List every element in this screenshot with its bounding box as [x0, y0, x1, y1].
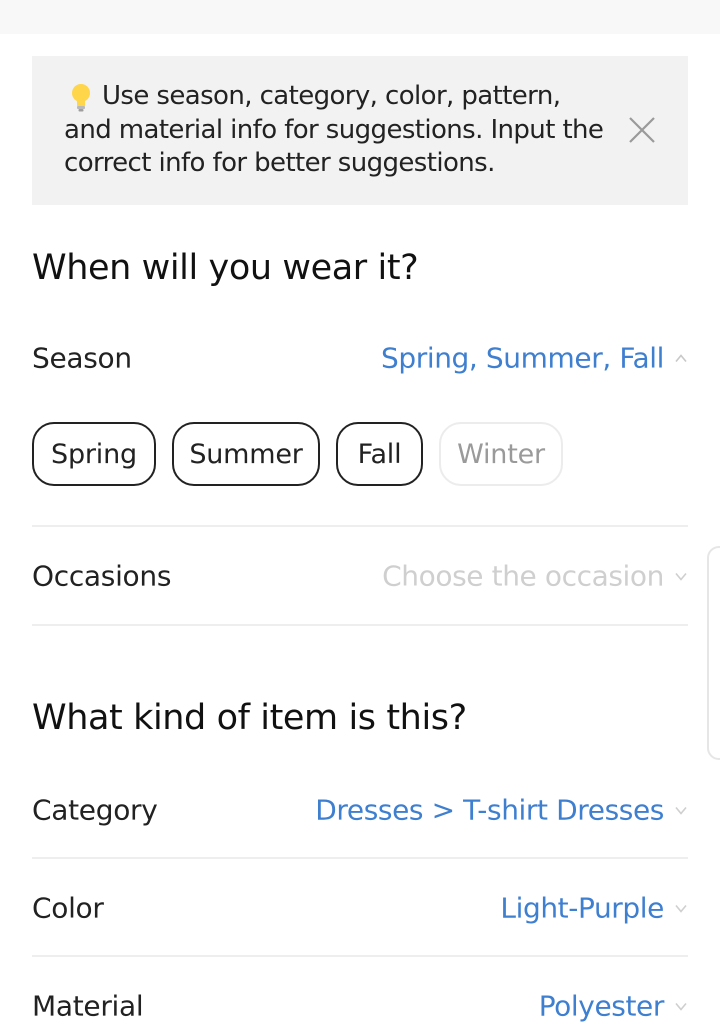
- category-row[interactable]: Category Dresses > T-shirt Dresses: [32, 780, 688, 840]
- chip-label: Summer: [189, 438, 303, 470]
- divider: [32, 525, 688, 527]
- chip-label: Winter: [457, 438, 545, 470]
- season-label: Season: [32, 341, 132, 375]
- occasions-row[interactable]: Occasions Choose the occasion: [32, 546, 688, 606]
- season-chip-summer[interactable]: Summer: [172, 422, 320, 486]
- season-chip-fall[interactable]: Fall: [336, 422, 423, 486]
- color-row[interactable]: Color Light-Purple: [32, 878, 688, 938]
- section-title-kind: What kind of item is this?: [32, 698, 467, 738]
- material-value[interactable]: Polyester: [539, 990, 688, 1023]
- season-row[interactable]: Season Spring, Summer, Fall: [32, 328, 688, 388]
- chevron-down-icon: [675, 572, 687, 581]
- divider: [32, 857, 688, 859]
- chevron-down-icon: [675, 904, 687, 913]
- occasions-select[interactable]: Choose the occasion: [382, 560, 688, 593]
- color-value-text: Light-Purple: [500, 891, 664, 925]
- chevron-up-icon: [675, 353, 687, 362]
- side-panel-handle[interactable]: [707, 546, 720, 760]
- close-icon[interactable]: [626, 114, 658, 146]
- material-label: Material: [32, 989, 144, 1023]
- material-value-text: Polyester: [538, 989, 665, 1023]
- season-chip-winter[interactable]: Winter: [439, 422, 563, 486]
- chip-label: Spring: [51, 438, 137, 470]
- tip-banner: Use season, category, color, pattern, an…: [32, 56, 688, 205]
- material-row[interactable]: Material Polyester: [32, 976, 688, 1036]
- divider: [32, 955, 688, 957]
- occasions-label: Occasions: [32, 559, 172, 593]
- color-label: Color: [32, 891, 104, 925]
- chevron-down-icon: [675, 1002, 687, 1011]
- divider: [32, 624, 688, 626]
- chip-label: Fall: [357, 438, 402, 470]
- tip-text: Use season, category, color, pattern, an…: [64, 81, 604, 178]
- chevron-down-icon: [675, 806, 687, 815]
- section-title-when: When will you wear it?: [32, 248, 419, 288]
- occasions-placeholder: Choose the occasion: [382, 559, 664, 593]
- top-bar: [0, 0, 720, 34]
- season-chip-spring[interactable]: Spring: [32, 422, 156, 486]
- category-value[interactable]: Dresses > T-shirt Dresses: [315, 794, 688, 827]
- season-value[interactable]: Spring, Summer, Fall: [381, 342, 688, 375]
- season-value-text: Spring, Summer, Fall: [380, 341, 664, 375]
- color-value[interactable]: Light-Purple: [500, 892, 688, 925]
- category-label: Category: [32, 793, 158, 827]
- category-value-text: Dresses > T-shirt Dresses: [315, 793, 664, 827]
